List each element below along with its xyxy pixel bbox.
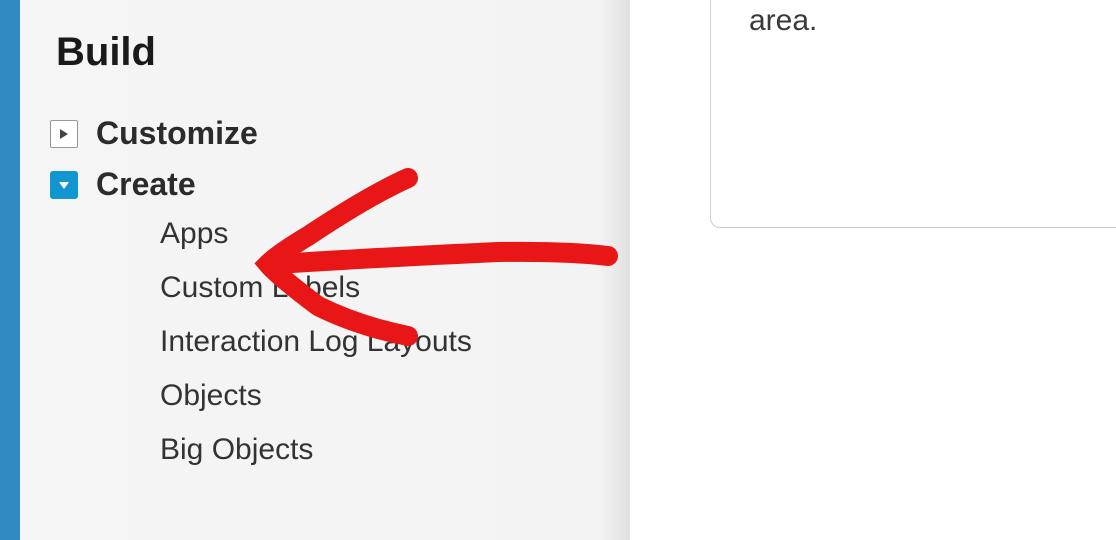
- sidebar-item-customize[interactable]: Customize: [50, 115, 630, 152]
- create-submenu: Apps Custom Labels Interaction Log Layou…: [160, 217, 630, 467]
- section-header-build: Build: [50, 30, 630, 75]
- submenu-item-interaction-log-layouts[interactable]: Interaction Log Layouts: [160, 325, 630, 359]
- sidebar-panel: Build Customize Create Apps Custom Label…: [20, 0, 630, 540]
- expand-right-icon[interactable]: [50, 120, 78, 148]
- left-accent-border: [0, 0, 20, 540]
- submenu-item-objects[interactable]: Objects: [160, 379, 630, 413]
- expand-down-icon[interactable]: [50, 171, 78, 199]
- submenu-item-custom-labels[interactable]: Custom Labels: [160, 271, 630, 305]
- submenu-item-apps[interactable]: Apps: [160, 217, 630, 251]
- main-content-panel: area.: [710, 0, 1116, 228]
- panel-text-fragment: area.: [749, 4, 817, 37]
- sidebar-item-label: Customize: [96, 115, 258, 152]
- submenu-item-big-objects[interactable]: Big Objects: [160, 433, 630, 467]
- sidebar-item-create[interactable]: Create: [50, 166, 630, 203]
- sidebar-item-label: Create: [96, 166, 196, 203]
